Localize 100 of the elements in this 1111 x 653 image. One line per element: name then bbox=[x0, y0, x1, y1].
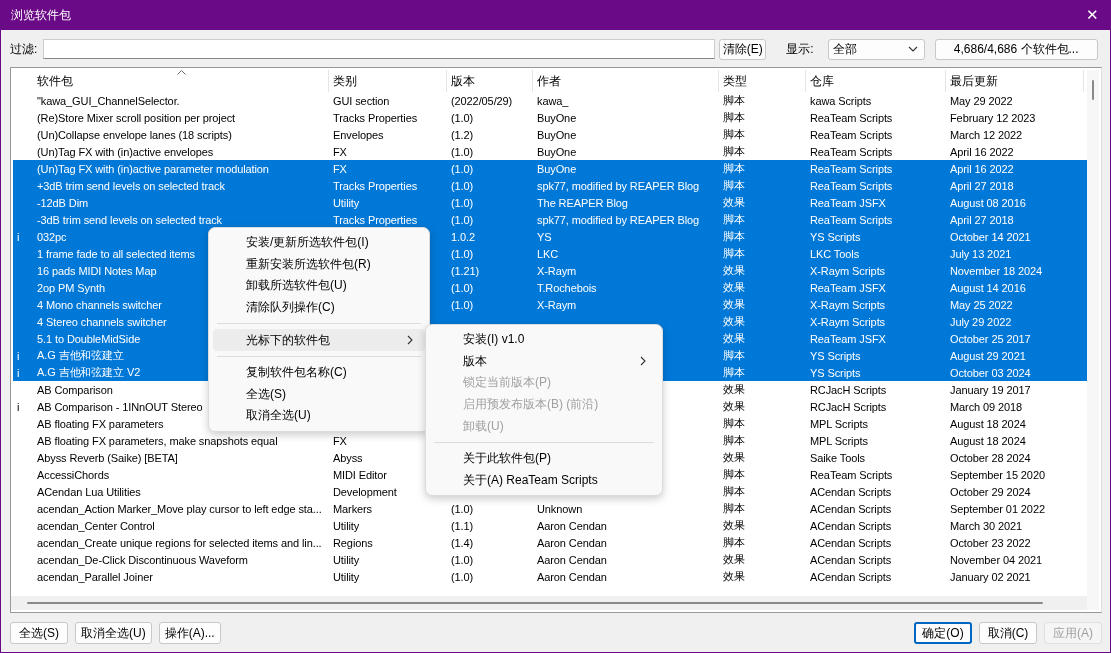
table-cell: 脚本 bbox=[723, 484, 745, 499]
table-cell: Abyss bbox=[333, 451, 363, 464]
vertical-scrollbar[interactable] bbox=[1087, 70, 1099, 610]
table-cell: ReaTeam JSFX bbox=[810, 196, 886, 209]
table-cell: Saike Tools bbox=[810, 451, 865, 464]
table-cell: YS Scripts bbox=[810, 366, 861, 379]
table-cell: February 12 2023 bbox=[950, 111, 1036, 124]
table-cell: 4 Mono channels switcher bbox=[37, 298, 162, 311]
table-cell: BuyOne bbox=[537, 111, 577, 124]
table-cell: January 02 2021 bbox=[950, 570, 1031, 583]
table-cell: X-Raym Scripts bbox=[810, 298, 885, 311]
table-cell: AB Comparison - 1INnOUT Stereo bbox=[37, 400, 203, 413]
show-label: 显示: bbox=[786, 40, 814, 58]
table-cell: 效果 bbox=[723, 382, 745, 397]
table-cell: ReaTeam Scripts bbox=[810, 145, 893, 158]
filter-field[interactable] bbox=[43, 39, 716, 59]
table-cell: Envelopes bbox=[333, 128, 384, 141]
table-cell: ACendan Scripts bbox=[810, 519, 892, 532]
table-cell: (1.0) bbox=[451, 111, 474, 124]
table-cell: Tracks Properties bbox=[333, 179, 418, 192]
menu-item[interactable]: 全选(S) bbox=[213, 383, 425, 406]
table-cell: 脚本 bbox=[723, 212, 745, 227]
table-row[interactable]: -12dB Dim Utility (1.0) The REAPER Blog 效果 ReaTeam JSFX August 08 2016 bbox=[13, 194, 1087, 211]
table-cell: (1.4) bbox=[451, 536, 474, 549]
close-button[interactable]: ✕ bbox=[1074, 0, 1110, 30]
table-cell: AB floating FX parameters bbox=[37, 417, 164, 430]
table-cell: (Un)Tag FX with (in)active envelopes bbox=[37, 145, 214, 158]
table-row[interactable]: (Un)Tag FX with (in)active parameter modulation FX (1.0) BuyOne 脚本 ReaTeam Scripts April 16 2022 bbox=[13, 160, 1087, 177]
table-cell: July 13 2021 bbox=[950, 247, 1012, 260]
table-cell: (1.1) bbox=[451, 519, 474, 532]
table-cell: (1.0) bbox=[451, 247, 474, 260]
menu-item[interactable]: 安装(I) v1.0 bbox=[430, 329, 658, 351]
table-cell: Unknown bbox=[537, 502, 583, 515]
horizontal-scrollbar[interactable] bbox=[11, 596, 1087, 610]
table-cell: 2op PM Synth bbox=[37, 281, 105, 294]
menu-item[interactable]: 光标下的软件包 bbox=[213, 329, 425, 351]
table-cell: September 01 2022 bbox=[950, 502, 1045, 515]
table-cell: 脚本 bbox=[723, 416, 745, 431]
table-cell: Abyss Reverb (Saike) [BETA] bbox=[37, 451, 178, 464]
table-cell: X-Raym Scripts bbox=[810, 315, 885, 328]
table-cell: FX bbox=[333, 162, 347, 175]
table-cell: 脚本 bbox=[723, 433, 745, 448]
menu-item[interactable]: 版本 bbox=[430, 350, 658, 373]
table-cell: ACendan Scripts bbox=[810, 502, 892, 515]
package-count-button[interactable]: 4,686/4,686 个软件包... bbox=[934, 38, 1098, 60]
table-cell: RCJacH Scripts bbox=[810, 400, 887, 413]
table-cell: ACendan Lua Utilities bbox=[37, 485, 141, 498]
table-cell: The REAPER Blog bbox=[537, 196, 628, 209]
table-cell: BuyOne bbox=[537, 145, 577, 158]
table-cell: 效果 bbox=[723, 569, 745, 584]
dialog-button[interactable]: 操作(A)... bbox=[158, 622, 221, 644]
table-cell: August 08 2016 bbox=[950, 196, 1026, 209]
table-cell: 5.1 to DoubleMidSide bbox=[37, 332, 141, 345]
table-cell: October 29 2024 bbox=[950, 485, 1031, 498]
show-dropdown[interactable]: 全部 bbox=[827, 38, 925, 60]
menu-item[interactable]: 取消全选(U) bbox=[213, 405, 425, 427]
dialog-button[interactable]: 取消全选(U) bbox=[75, 622, 152, 644]
table-cell: ACendan Scripts bbox=[810, 536, 892, 549]
table-cell: 效果 bbox=[723, 195, 745, 210]
table-cell: ACendan Scripts bbox=[810, 553, 892, 566]
table-cell: 效果 bbox=[723, 263, 745, 278]
table-cell: ReaTeam Scripts bbox=[810, 111, 893, 124]
menu-item[interactable]: 关于(A) ReaTeam Scripts bbox=[430, 469, 658, 492]
table-cell: spk77, modified by REAPER Blog bbox=[537, 179, 700, 192]
table-cell: Aaron Cendan bbox=[537, 536, 607, 549]
table-cell: ReaTeam Scripts bbox=[810, 162, 893, 175]
table-cell: 脚本 bbox=[723, 178, 745, 193]
table-cell: Utility bbox=[333, 553, 360, 566]
table-cell: X-Raym bbox=[537, 298, 577, 311]
table-cell: X-Raym bbox=[537, 264, 577, 277]
table-cell: 效果 bbox=[723, 297, 745, 312]
table-row[interactable]: -3dB trim send levels on selected track Tracks Properties (1.0) spk77, modified by REAPER Blog 脚本 ReaTeam Scripts April 27 2018 bbox=[13, 211, 1087, 228]
table-cell: ReaTeam JSFX bbox=[810, 281, 886, 294]
table-cell: August 18 2024 bbox=[950, 417, 1026, 430]
table-cell: LKC Tools bbox=[810, 247, 860, 260]
table-cell: October 14 2021 bbox=[950, 230, 1031, 243]
table-cell: October 25 2017 bbox=[950, 332, 1031, 345]
table-cell: November 04 2021 bbox=[950, 553, 1042, 566]
table-cell: AccessiChords bbox=[37, 468, 110, 481]
table-cell: 032pc bbox=[37, 230, 67, 243]
table-cell: Utility bbox=[333, 570, 360, 583]
dialog-button[interactable]: 全选(S) bbox=[10, 622, 68, 644]
table-cell: April 16 2022 bbox=[950, 162, 1014, 175]
dialog-button[interactable]: 取消(C) bbox=[979, 622, 1037, 644]
table-cell: acendan_Create unique regions for selected items and lin... bbox=[37, 536, 322, 549]
table-cell: April 27 2018 bbox=[950, 213, 1014, 226]
table-cell: (Un)Collapse envelope lanes (18 scripts) bbox=[37, 128, 232, 141]
table-cell: LKC bbox=[537, 247, 559, 260]
table-cell: (1.0) bbox=[451, 196, 474, 209]
table-cell: BuyOne bbox=[537, 128, 577, 141]
table-cell: April 27 2018 bbox=[950, 179, 1014, 192]
chevron-right-icon bbox=[407, 335, 413, 346]
dialog-button[interactable]: 确定(O) bbox=[914, 622, 972, 644]
table-cell: MPL Scripts bbox=[810, 417, 868, 430]
menu-item[interactable]: 复制软件包名称(C) bbox=[213, 361, 425, 384]
clear-button[interactable]: 清除(E) bbox=[719, 38, 767, 60]
table-cell: May 25 2022 bbox=[950, 298, 1013, 311]
table-cell: Aaron Cendan bbox=[537, 519, 607, 532]
info-marker: i bbox=[17, 400, 20, 413]
table-row[interactable]: +3dB trim send levels on selected track Tracks Properties (1.0) spk77, modified by REAPER Blog 脚本 ReaTeam Scripts April 27 2018 bbox=[13, 177, 1087, 194]
